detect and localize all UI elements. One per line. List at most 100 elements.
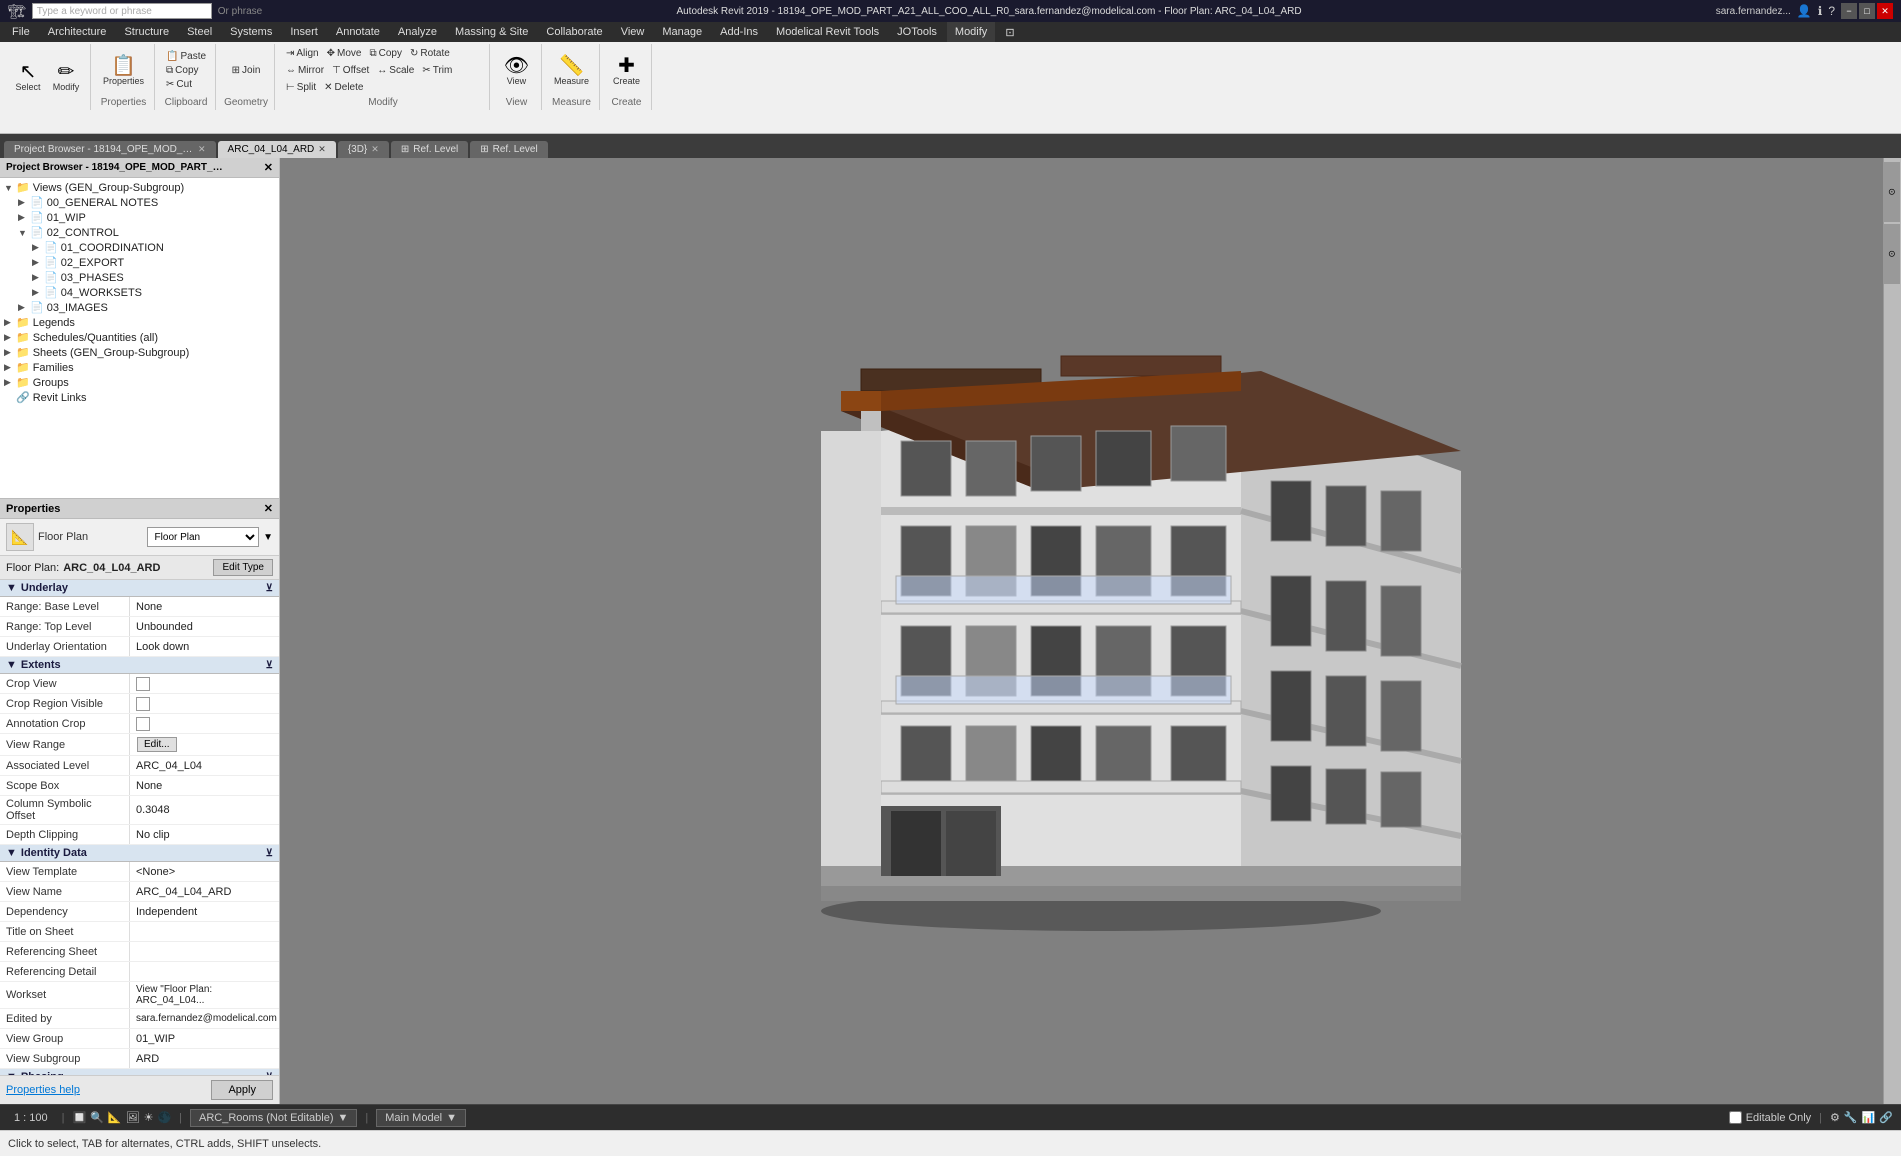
tree-expander[interactable]: ▼ bbox=[4, 183, 16, 193]
menu-modify[interactable]: Modify bbox=[947, 22, 995, 42]
tree-expander[interactable]: ▶ bbox=[32, 287, 44, 298]
properties-help-link[interactable]: Properties help bbox=[6, 1084, 80, 1096]
view-controls[interactable]: 🔲 🔍 📐 🖼 ☀ 🌑 bbox=[73, 1111, 172, 1124]
create-ribbon-button[interactable]: ✚ Create bbox=[608, 54, 644, 88]
pb-tree[interactable]: ▼📁Views (GEN_Group-Subgroup)▶📄00_GENERAL… bbox=[0, 178, 279, 498]
tree-expander[interactable]: ▼ bbox=[18, 228, 30, 238]
menu-modelical[interactable]: Modelical Revit Tools bbox=[768, 22, 887, 42]
prop-value-annotation-crop[interactable] bbox=[130, 714, 279, 733]
model-selector[interactable]: Main Model ▼ bbox=[376, 1109, 466, 1127]
pp-close-btn[interactable]: ✕ bbox=[264, 502, 273, 515]
annotation-crop-checkbox[interactable] bbox=[136, 717, 150, 731]
rotate-button[interactable]: ↻Rotate bbox=[407, 47, 453, 60]
tree-expander[interactable]: ▶ bbox=[4, 317, 16, 328]
crop-view-checkbox[interactable] bbox=[136, 677, 150, 691]
move-button[interactable]: ✥Move bbox=[324, 47, 365, 60]
view-range-edit-btn[interactable]: Edit... bbox=[137, 737, 177, 752]
help-icon[interactable]: ? bbox=[1828, 4, 1835, 18]
prop-value-view-group[interactable]: 01_WIP bbox=[130, 1029, 279, 1048]
properties-ribbon-button[interactable]: 📋 Properties bbox=[99, 54, 148, 88]
menu-analyze[interactable]: Analyze bbox=[390, 22, 445, 42]
section-extents[interactable]: ▼ Extents ⊻ bbox=[0, 657, 279, 674]
workset-selector[interactable]: ARC_Rooms (Not Editable) ▼ bbox=[190, 1109, 357, 1127]
tree-expander[interactable]: ▶ bbox=[32, 272, 44, 283]
editable-only-checkbox[interactable] bbox=[1729, 1111, 1742, 1124]
menu-insert[interactable]: Insert bbox=[282, 22, 326, 42]
menu-structure[interactable]: Structure bbox=[116, 22, 177, 42]
measure-ribbon-button[interactable]: 📏 Measure bbox=[550, 54, 593, 88]
mirror-button[interactable]: ⇔Mirror bbox=[283, 64, 327, 77]
tab-arc04[interactable]: ARC_04_L04_ARD ✕ bbox=[218, 141, 336, 158]
status-icon-2[interactable]: 🔧 bbox=[1844, 1111, 1858, 1124]
trim-button[interactable]: ✂Trim bbox=[419, 64, 455, 77]
cut-button[interactable]: ✂Cut bbox=[163, 78, 209, 91]
status-icon-3[interactable]: 📊 bbox=[1862, 1111, 1876, 1124]
menu-extra[interactable]: ⊡ bbox=[997, 22, 1022, 42]
tree-item[interactable]: ▶📄00_GENERAL NOTES bbox=[0, 195, 279, 210]
tree-item[interactable]: ▶📁Sheets (GEN_Group-Subgroup) bbox=[0, 345, 279, 360]
tab-ref-level-1[interactable]: ⊞ Ref. Level bbox=[391, 141, 468, 158]
right-tab-1[interactable]: ⊙ bbox=[1884, 162, 1900, 222]
tree-expander[interactable]: ▶ bbox=[4, 332, 16, 343]
tab-3d[interactable]: {3D} ✕ bbox=[338, 141, 389, 158]
tree-item[interactable]: ▶📄03_IMAGES bbox=[0, 300, 279, 315]
menu-annotate[interactable]: Annotate bbox=[328, 22, 388, 42]
tree-expander[interactable]: ▶ bbox=[32, 257, 44, 268]
tab-ref-level-2[interactable]: ⊞ Ref. Level bbox=[470, 141, 547, 158]
modify-button[interactable]: ✏ Modify bbox=[48, 60, 84, 94]
tree-item[interactable]: ▶📁Groups bbox=[0, 375, 279, 390]
tree-item[interactable]: ▶📄03_PHASES bbox=[0, 270, 279, 285]
prop-value-crop-view[interactable] bbox=[130, 674, 279, 693]
tree-expander[interactable]: ▶ bbox=[18, 302, 30, 313]
status-icon-1[interactable]: ⚙ bbox=[1830, 1111, 1840, 1124]
menu-addins[interactable]: Add-Ins bbox=[712, 22, 766, 42]
tree-item[interactable]: ▼📁Views (GEN_Group-Subgroup) bbox=[0, 180, 279, 195]
tree-item[interactable]: ▶📁Schedules/Quantities (all) bbox=[0, 330, 279, 345]
align-button[interactable]: ⇥Align bbox=[283, 47, 322, 60]
menu-steel[interactable]: Steel bbox=[179, 22, 220, 42]
crop-region-checkbox[interactable] bbox=[136, 697, 150, 711]
tree-expander[interactable]: ▶ bbox=[18, 197, 30, 208]
minimize-button[interactable]: − bbox=[1841, 3, 1857, 19]
view-ribbon-button[interactable]: 👁 View bbox=[498, 54, 534, 88]
join-button[interactable]: ⊞Join bbox=[229, 64, 264, 77]
prop-value-view-subgroup[interactable]: ARD bbox=[130, 1049, 279, 1068]
menu-massing[interactable]: Massing & Site bbox=[447, 22, 536, 42]
tree-expander[interactable]: ▶ bbox=[4, 347, 16, 358]
search-box[interactable]: Type a keyword or phrase bbox=[32, 3, 212, 19]
tree-item[interactable]: ▶📁Families bbox=[0, 360, 279, 375]
apply-button[interactable]: Apply bbox=[211, 1080, 273, 1100]
tree-item[interactable]: ▶📄01_COORDINATION bbox=[0, 240, 279, 255]
offset-button[interactable]: ⊤Offset bbox=[329, 64, 372, 77]
edit-type-button[interactable]: Edit Type bbox=[213, 559, 273, 576]
tree-item[interactable]: ▶📄01_WIP bbox=[0, 210, 279, 225]
tree-expander[interactable]: ▶ bbox=[18, 212, 30, 223]
split-button[interactable]: ⊢Split bbox=[283, 81, 319, 94]
prop-value-col-symbolic[interactable]: 0.3048 bbox=[130, 796, 279, 824]
prop-value-base-level[interactable]: None bbox=[130, 597, 279, 616]
canvas-area[interactable]: ⊙ ⊙ bbox=[280, 158, 1901, 1104]
scale-button[interactable]: ↔Scale bbox=[374, 64, 417, 77]
prop-value-depth-clipping[interactable]: No clip bbox=[130, 825, 279, 844]
tree-expander[interactable]: ▶ bbox=[4, 377, 16, 388]
copy-button[interactable]: ⧉Copy bbox=[163, 64, 209, 77]
tab-project-browser-close[interactable]: ✕ bbox=[198, 144, 206, 155]
maximize-button[interactable]: □ bbox=[1859, 3, 1875, 19]
menu-manage[interactable]: Manage bbox=[654, 22, 710, 42]
close-button[interactable]: ✕ bbox=[1877, 3, 1893, 19]
menu-architecture[interactable]: Architecture bbox=[40, 22, 115, 42]
section-identity[interactable]: ▼ Identity Data ⊻ bbox=[0, 845, 279, 862]
select-button[interactable]: ↖ Select bbox=[10, 60, 46, 94]
menu-view[interactable]: View bbox=[613, 22, 653, 42]
tree-item[interactable]: 🔗Revit Links bbox=[0, 390, 279, 405]
tab-arc04-close[interactable]: ✕ bbox=[318, 144, 326, 155]
menu-file[interactable]: File bbox=[4, 22, 38, 42]
menu-systems[interactable]: Systems bbox=[222, 22, 280, 42]
prop-value-crop-region[interactable] bbox=[130, 694, 279, 713]
prop-value-top-level[interactable]: Unbounded bbox=[130, 617, 279, 636]
tab-3d-close[interactable]: ✕ bbox=[371, 144, 379, 155]
pp-type-dropdown[interactable]: Floor Plan bbox=[147, 527, 260, 547]
pb-close-btn[interactable]: ✕ bbox=[264, 161, 273, 174]
section-underlay[interactable]: ▼ Underlay ⊻ bbox=[0, 580, 279, 597]
tree-item[interactable]: ▶📄04_WORKSETS bbox=[0, 285, 279, 300]
